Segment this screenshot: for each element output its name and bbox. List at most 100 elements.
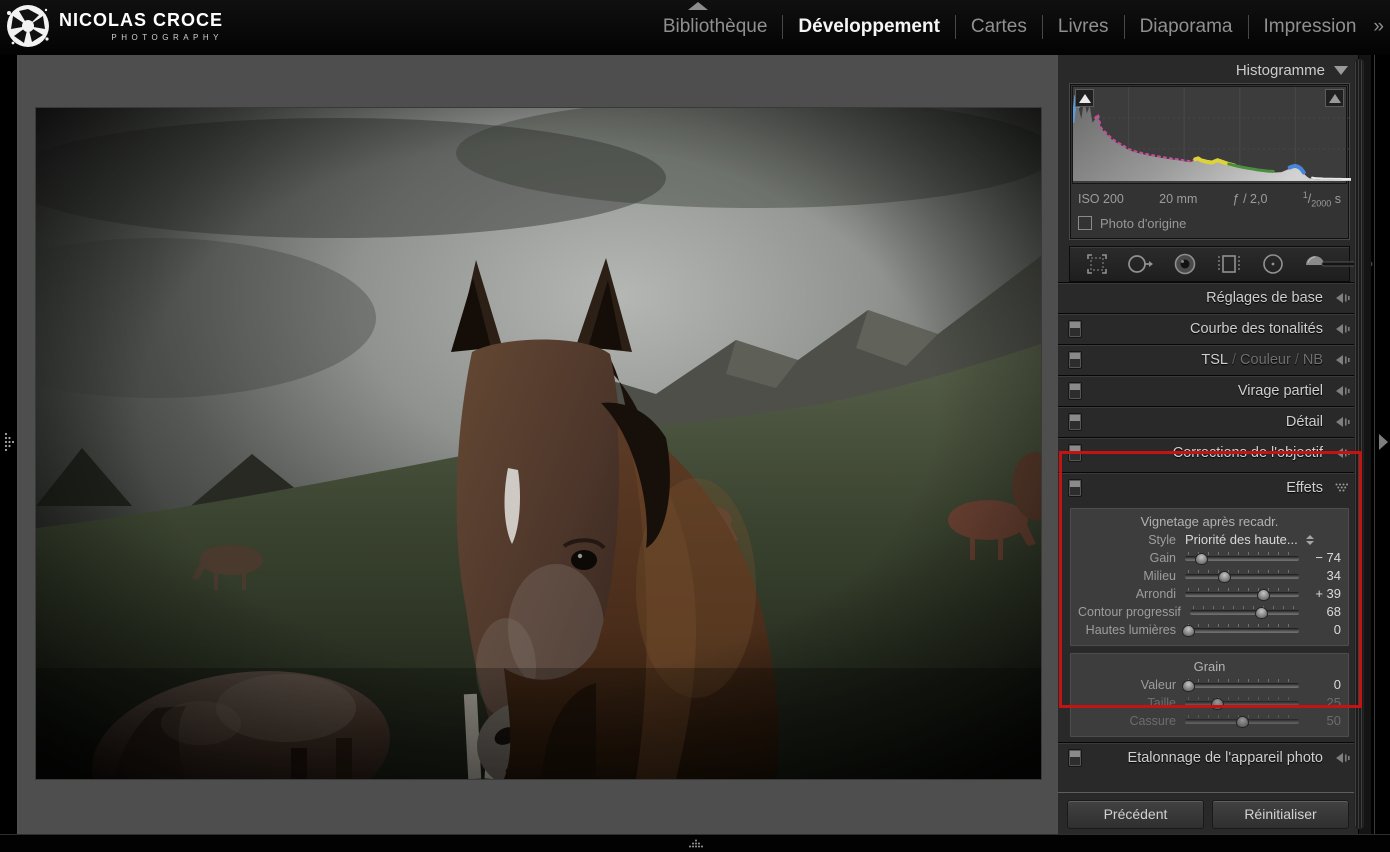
slider-row-valeur: Valeur 0	[1078, 676, 1341, 694]
histogram-graph[interactable]	[1072, 86, 1347, 184]
slider-thumb[interactable]	[1257, 589, 1270, 601]
panel-title: Courbe des tonalités	[1082, 321, 1333, 337]
logo-title: NICOLAS CROCE	[59, 10, 223, 31]
develop-right-panel: Histogramme ISO 200 20 mm ƒ / 2,0 1/2000…	[1058, 55, 1358, 834]
collapse-triangle-icon[interactable]	[1334, 66, 1348, 75]
original-photo-checkbox[interactable]	[1078, 216, 1092, 230]
module-overflow-chevrons[interactable]: »	[1371, 16, 1384, 38]
expand-arrow-icon[interactable]	[1333, 292, 1350, 304]
panel-detail[interactable]: Détail	[1058, 406, 1358, 437]
style-dropdown[interactable]: Priorité des haute...	[1185, 532, 1298, 547]
panel-title: Effets	[1082, 480, 1333, 496]
module-diaporama[interactable]: Diaporama	[1124, 15, 1248, 39]
panel-title: Détail	[1082, 414, 1333, 430]
slider-row-hautes-lumieres: Hautes lumières 0	[1078, 621, 1341, 639]
shadow-clipping-indicator[interactable]	[1075, 89, 1094, 107]
expand-arrow-icon[interactable]	[1333, 323, 1350, 335]
slider-thumb[interactable]	[1218, 571, 1231, 583]
top-panel-reveal-arrow[interactable]	[688, 2, 708, 10]
spot-removal-tool[interactable]	[1120, 249, 1162, 279]
module-impression[interactable]: Impression	[1248, 15, 1372, 39]
panel-enable-toggle[interactable]	[1068, 351, 1082, 369]
exif-focal: 20 mm	[1159, 192, 1197, 206]
highlight-clipping-indicator[interactable]	[1325, 89, 1344, 107]
red-eye-correction-tool[interactable]	[1164, 249, 1206, 279]
valeur-slider[interactable]	[1185, 677, 1299, 693]
style-label: Style	[1078, 533, 1185, 547]
slider-thumb[interactable]	[1211, 698, 1224, 710]
panel-courbe-des-tonalites[interactable]: Courbe des tonalités	[1058, 313, 1358, 344]
panel-enable-toggle[interactable]	[1068, 413, 1082, 431]
slider-thumb[interactable]	[1255, 607, 1268, 619]
panel-reglages-de-base[interactable]: Réglages de base	[1058, 282, 1358, 313]
panel-title: Etalonnage de l'appareil photo	[1082, 750, 1333, 766]
panel-title: Réglages de base	[1080, 290, 1333, 306]
tool-strip	[1069, 246, 1350, 282]
histogram-panel-header[interactable]: Histogramme	[1058, 58, 1348, 82]
slider-thumb[interactable]	[1195, 553, 1208, 565]
panel-enable-toggle[interactable]	[1068, 382, 1082, 400]
reset-button[interactable]: Réinitialiser	[1212, 800, 1349, 829]
expand-arrow-icon[interactable]	[1333, 752, 1350, 764]
module-picker: Bibliothèque Développement Cartes Livres…	[648, 15, 1384, 39]
aperture-logo-icon	[5, 3, 51, 49]
app-logo: NICOLAS CROCE PHOTOGRAPHY	[5, 3, 223, 49]
panel-tsl-couleur-nb[interactable]: TSL/Couleur/NB	[1058, 344, 1358, 375]
panel-virage-partiel[interactable]: Virage partiel	[1058, 375, 1358, 406]
slider-row-gain: Gain − 74	[1078, 549, 1341, 567]
module-developpement[interactable]: Développement	[782, 15, 954, 39]
module-cartes[interactable]: Cartes	[955, 15, 1042, 39]
expand-arrow-icon[interactable]	[1333, 385, 1350, 397]
radial-filter-tool[interactable]	[1252, 249, 1294, 279]
hautes-lumieres-slider[interactable]	[1185, 622, 1299, 638]
module-bibliotheque[interactable]: Bibliothèque	[648, 15, 783, 39]
panel-etalonnage[interactable]: Etalonnage de l'appareil photo	[1058, 742, 1358, 773]
previous-button[interactable]: Précédent	[1067, 800, 1204, 829]
slider-thumb[interactable]	[1182, 625, 1195, 637]
histogram-title: Histogramme	[1236, 62, 1325, 79]
scrollbar-thumb[interactable]	[1354, 59, 1364, 829]
contour-progressif-slider[interactable]	[1190, 604, 1299, 620]
post-crop-vignette-section: Vignetage après recadr. Style Priorité d…	[1069, 507, 1350, 647]
panel-enable-toggle[interactable]	[1068, 479, 1082, 497]
module-livres[interactable]: Livres	[1042, 15, 1124, 39]
vignette-section-title: Vignetage après recadr.	[1078, 513, 1341, 531]
panel-corrections-objectif[interactable]: Corrections de l'objectif	[1058, 437, 1358, 468]
slider-thumb[interactable]	[1182, 680, 1195, 692]
photo-canvas[interactable]	[36, 108, 1041, 779]
collapse-dotted-triangle-icon[interactable]	[1333, 483, 1350, 492]
exif-aperture: ƒ / 2,0	[1233, 192, 1268, 206]
right-panel-scrollbar[interactable]	[1359, 55, 1371, 834]
develop-canvas-area	[18, 55, 1058, 834]
gain-slider[interactable]	[1185, 550, 1299, 566]
slider-row-cassure: Cassure 50	[1078, 712, 1341, 730]
grain-section-title: Grain	[1078, 658, 1341, 676]
crop-overlay-tool[interactable]	[1076, 249, 1118, 279]
expand-arrow-icon[interactable]	[1333, 354, 1350, 366]
right-panel-reveal-arrow[interactable]	[1379, 434, 1388, 450]
exif-iso: ISO 200	[1078, 192, 1124, 206]
bottom-panel-reveal-grip[interactable]	[687, 839, 705, 849]
taille-slider[interactable]	[1185, 695, 1299, 711]
expand-arrow-icon[interactable]	[1333, 416, 1350, 428]
panel-title: TSL/Couleur/NB	[1082, 352, 1333, 368]
panel-enable-toggle[interactable]	[1068, 320, 1082, 338]
left-panel-reveal-arrow[interactable]	[4, 432, 15, 452]
graduated-filter-tool[interactable]	[1208, 249, 1250, 279]
cassure-slider[interactable]	[1185, 713, 1299, 729]
original-photo-row: Photo d'origine	[1070, 211, 1349, 239]
exif-info-row: ISO 200 20 mm ƒ / 2,0 1/2000 s	[1070, 186, 1349, 211]
grain-section: Grain Valeur 0 Taille 25 Cassure 50	[1069, 652, 1350, 738]
slider-thumb[interactable]	[1236, 716, 1249, 728]
effects-panel: Effets Vignetage après recadr. Style Pri…	[1058, 472, 1358, 738]
panel-enable-toggle[interactable]	[1068, 749, 1082, 767]
slider-row-arrondi: Arrondi + 39	[1078, 585, 1341, 603]
milieu-slider[interactable]	[1185, 568, 1299, 584]
expand-arrow-icon[interactable]	[1333, 447, 1350, 459]
dropdown-updown-icon[interactable]	[1306, 535, 1314, 545]
panel-enable-toggle[interactable]	[1068, 444, 1082, 462]
arrondi-slider[interactable]	[1185, 586, 1299, 602]
panel-effets-header[interactable]: Effets	[1058, 472, 1358, 503]
slider-row-milieu: Milieu 34	[1078, 567, 1341, 585]
histogram-box: ISO 200 20 mm ƒ / 2,0 1/2000 s Photo d'o…	[1069, 83, 1350, 240]
